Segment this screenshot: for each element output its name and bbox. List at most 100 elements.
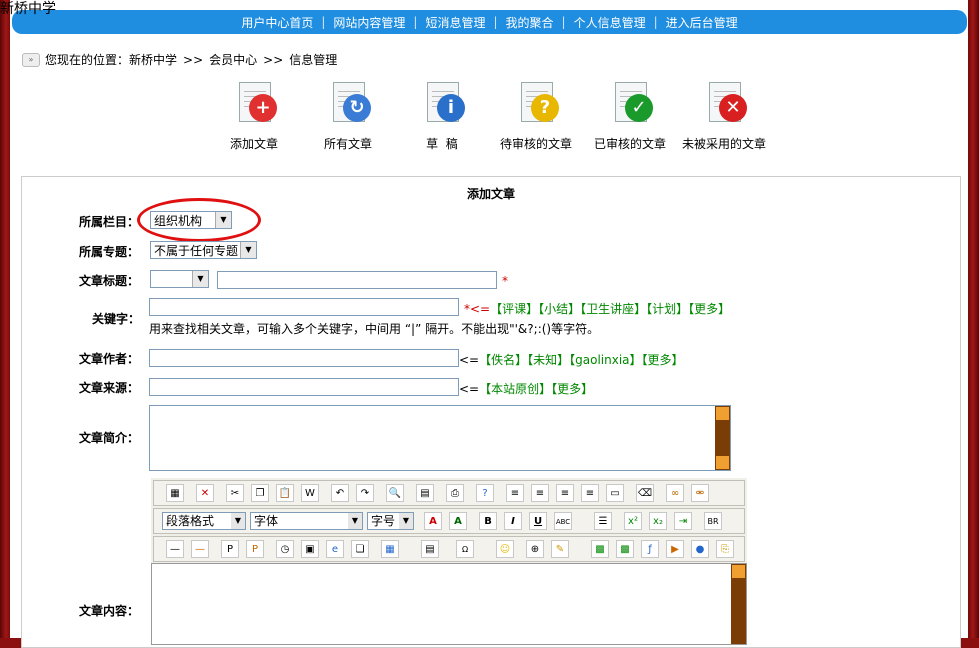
author-option[interactable]: 【佚名】: [479, 353, 527, 367]
media-icon[interactable]: ▶: [666, 540, 684, 558]
paragraph-style-icon[interactable]: P: [246, 540, 264, 558]
summary-textarea[interactable]: [149, 405, 731, 471]
title-input[interactable]: [217, 271, 497, 289]
copy-icon[interactable]: ❐: [251, 484, 269, 502]
topic-select-value: 不属于任何专题: [154, 244, 239, 258]
action-pending[interactable]: ? 待审核的文章: [491, 80, 581, 152]
date-time-icon[interactable]: ◷: [276, 540, 294, 558]
hr-colored-icon[interactable]: —: [191, 540, 209, 558]
align-center-icon[interactable]: ≡: [531, 484, 549, 502]
source-option[interactable]: 【本站原创】: [479, 382, 551, 396]
nav-content-manage[interactable]: 网站内容管理: [333, 14, 405, 31]
special-char-icon[interactable]: Ω: [456, 540, 474, 558]
breadcrumb-member-center[interactable]: 会员中心: [209, 51, 257, 68]
indent-icon[interactable]: ⇥: [674, 512, 692, 530]
underline-icon[interactable]: U: [529, 512, 547, 530]
nav-personal-info[interactable]: 个人信息管理: [574, 14, 646, 31]
keyword-hint-prefix: *<=: [464, 302, 491, 316]
keyword-option[interactable]: 【评课】: [490, 302, 538, 316]
align-right-icon[interactable]: ≡: [556, 484, 574, 502]
eraser-icon[interactable]: ⌫: [636, 484, 654, 502]
paragraph-format-select[interactable]: 段落格式 ▼: [162, 512, 246, 530]
cut-icon[interactable]: ✂: [226, 484, 244, 502]
align-left-icon[interactable]: ≡: [506, 484, 524, 502]
keyword-input[interactable]: [149, 298, 459, 316]
calendar-icon[interactable]: ▣: [301, 540, 319, 558]
keyword-more[interactable]: 【更多】: [688, 302, 730, 316]
keyword-option[interactable]: 【小结】: [538, 302, 580, 316]
paragraph-format-value: 段落格式: [166, 514, 215, 528]
action-rejected[interactable]: ✕ 未被采用的文章: [679, 80, 769, 152]
action-all-articles[interactable]: ↻ 所有文章: [303, 80, 393, 152]
undo-icon[interactable]: ↶: [331, 484, 349, 502]
topic-select[interactable]: 不属于任何专题 ▼: [150, 241, 257, 259]
breadcrumb-home[interactable]: 新桥中学: [129, 51, 177, 68]
title-prefix-select[interactable]: ▼: [150, 270, 209, 288]
horizontal-rule-icon[interactable]: ☰: [594, 512, 612, 530]
required-mark: *: [502, 274, 508, 288]
marquee-icon[interactable]: ✎: [551, 540, 569, 558]
gallery-icon[interactable]: ▩: [616, 540, 634, 558]
paste-word-icon[interactable]: W: [301, 484, 319, 502]
subscript-icon[interactable]: x₂: [649, 512, 667, 530]
source-more[interactable]: 【更多】: [551, 382, 593, 396]
author-input[interactable]: [149, 349, 459, 367]
nav-messages[interactable]: 短消息管理: [425, 14, 485, 31]
source-input[interactable]: [149, 378, 459, 396]
zoom-icon[interactable]: ⊕: [526, 540, 544, 558]
action-add-article[interactable]: + 添加文章: [209, 80, 299, 152]
nav-admin[interactable]: 进入后台管理: [666, 14, 738, 31]
action-drafts[interactable]: i 草 稿: [397, 80, 487, 152]
author-more[interactable]: 【更多】: [642, 353, 684, 367]
document-icon[interactable]: ❏: [351, 540, 369, 558]
nav-my-aggregation[interactable]: 我的聚合: [506, 14, 554, 31]
content-scrollbar[interactable]: [731, 564, 746, 644]
breadcrumb-prefix: 您现在的位置：: [45, 53, 130, 67]
font-color-icon[interactable]: A: [424, 512, 442, 530]
font-family-select[interactable]: 字体 ▼: [250, 512, 363, 530]
form-icon[interactable]: ▤: [421, 540, 439, 558]
print-icon[interactable]: ⎙: [446, 484, 464, 502]
action-approved[interactable]: ✓ 已审核的文章: [585, 80, 675, 152]
author-option[interactable]: 【gaolinxia】: [569, 353, 641, 367]
align-justify-icon[interactable]: ≡: [581, 484, 599, 502]
realplayer-icon[interactable]: ●: [691, 540, 709, 558]
summary-scrollbar[interactable]: [715, 406, 730, 470]
fullscreen-icon[interactable]: ▭: [606, 484, 624, 502]
hr-line-icon[interactable]: —: [166, 540, 184, 558]
emoticon-icon[interactable]: ☺: [496, 540, 514, 558]
site-title: 新桥中学: [0, 1, 56, 17]
find-icon[interactable]: 🔍: [386, 484, 404, 502]
redo-icon[interactable]: ↷: [356, 484, 374, 502]
author-option[interactable]: 【未知】: [527, 353, 569, 367]
italic-icon[interactable]: I: [504, 512, 522, 530]
web-page-icon[interactable]: e: [326, 540, 344, 558]
paste-icon[interactable]: 📋: [276, 484, 294, 502]
form-title: 添加文章: [466, 187, 515, 201]
source-code-icon[interactable]: ▦: [166, 484, 184, 502]
delete-icon[interactable]: ✕: [196, 484, 214, 502]
action-label: 已审核的文章: [593, 137, 666, 151]
keyword-option[interactable]: 【计划】: [646, 302, 688, 316]
superscript-icon[interactable]: x²: [624, 512, 642, 530]
paragraph-icon[interactable]: P: [221, 540, 239, 558]
nav-user-home[interactable]: 用户中心首页: [241, 14, 313, 31]
unlink-icon[interactable]: ⚮: [691, 484, 709, 502]
content-editor-area[interactable]: [151, 563, 747, 645]
calculator-icon[interactable]: ▤: [416, 484, 434, 502]
bold-icon[interactable]: B: [479, 512, 497, 530]
line-break-icon[interactable]: BR: [704, 512, 722, 530]
editor-toolbar-row-2: 段落格式 ▼ 字体 ▼ 字号 ▼ A A B I U ABC ☰ x² x₂ ⇥ BR: [153, 508, 745, 534]
keyword-option[interactable]: 【卫生讲座】: [580, 302, 646, 316]
flash-icon[interactable]: ƒ: [641, 540, 659, 558]
table-icon[interactable]: ▦: [381, 540, 399, 558]
image-icon[interactable]: ▩: [591, 540, 609, 558]
attachment-icon[interactable]: ⎘: [716, 540, 734, 558]
strikethrough-icon[interactable]: ABC: [554, 512, 572, 530]
link-icon[interactable]: ∞: [666, 484, 684, 502]
font-size-select[interactable]: 字号 ▼: [367, 512, 414, 530]
help-icon[interactable]: ?: [476, 484, 494, 502]
chevron-down-icon: ▼: [240, 242, 256, 258]
highlight-color-icon[interactable]: A: [449, 512, 467, 530]
editor-toolbar-row-3: — — P P ◷ ▣ e ❏ ▦ ▤ Ω ☺ ⊕ ✎ ▩ ▩ ƒ ▶ ● ⎘: [153, 536, 745, 562]
